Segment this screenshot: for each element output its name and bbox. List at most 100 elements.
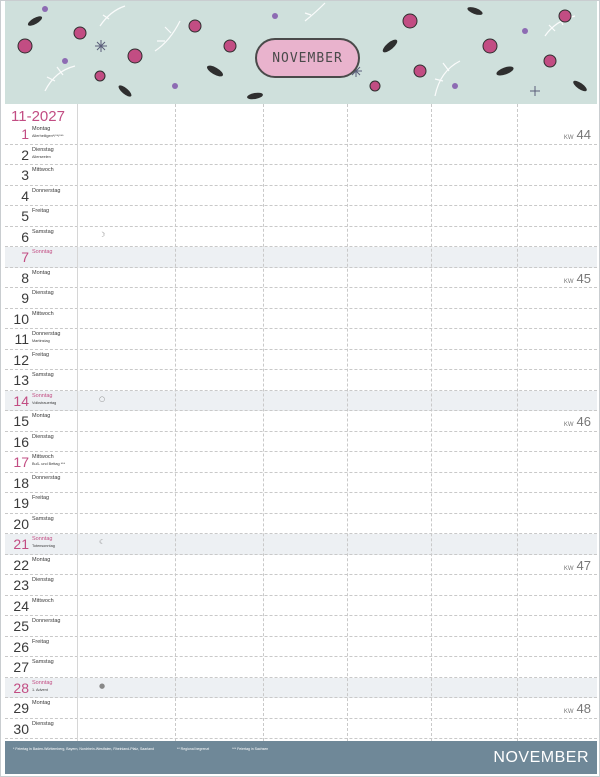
day-number: 12 — [13, 351, 29, 368]
footer-bar: * Feiertag in Baden-Württemberg, Bayern,… — [5, 741, 597, 774]
day-number: 15 — [13, 413, 29, 429]
weekday-name: Mittwoch — [32, 310, 54, 317]
column-divider — [175, 104, 176, 741]
weekday-name: Mittwoch — [32, 597, 54, 604]
day-row: 1 Montag Allerheiligen*/**/*** KW 44 — [5, 124, 597, 145]
weekday-name: Montag — [32, 700, 51, 706]
day-row: 7 Sonntag — [5, 247, 597, 268]
weekday-name: Donnerstag — [32, 618, 61, 624]
weekday-name: Sonntag — [32, 392, 53, 399]
weekday-name: Montag — [32, 269, 51, 276]
weekday-name: Montag — [32, 126, 51, 132]
calendar-week-label: KW — [563, 422, 574, 428]
day-number: 24 — [13, 597, 29, 614]
day-number: 13 — [13, 372, 29, 388]
day-number: 11 — [14, 331, 29, 347]
weekday-name: Mittwoch — [32, 167, 54, 173]
day-number: 18 — [13, 474, 29, 491]
day-row: 5 Freitag — [5, 206, 597, 227]
day-number: 7 — [21, 249, 29, 265]
moon-phase-icon: ☾ — [99, 538, 106, 546]
day-number: 8 — [21, 269, 29, 286]
day-row: 19 Freitag — [5, 493, 597, 514]
day-number: 29 — [13, 700, 29, 716]
day-row: 16 Dienstag — [5, 432, 597, 452]
column-divider — [263, 104, 264, 741]
footnote: * Feiertag in Baden-Württemberg, Bayern,… — [13, 747, 154, 751]
footer-month: NOVEMBER — [493, 749, 589, 766]
day-row: 15 Montag KW 46 — [5, 411, 597, 432]
weekday-name: Donnerstag — [32, 187, 61, 194]
day-number: 16 — [13, 433, 29, 450]
moon-phase-icon: ☽ — [99, 230, 106, 239]
weekday-name: Montag — [32, 556, 51, 563]
day-number: 14 — [13, 392, 29, 409]
day-row: 12 Freitag — [5, 350, 597, 370]
weekday-name: Dienstag — [32, 577, 54, 583]
day-row: 10 Mittwoch — [5, 309, 597, 329]
day-number: 22 — [13, 556, 29, 573]
calendar-grid: 1 Montag Allerheiligen*/**/*** KW 44 2 Diensta… — [5, 104, 597, 741]
calendar-week-number: 46 — [576, 414, 591, 429]
weekday-name: Freitag — [32, 208, 50, 214]
weekday-name: Sonntag — [32, 679, 53, 686]
weekday-name: Dienstag — [32, 720, 54, 727]
month-year-label: 11-2027 — [11, 108, 65, 125]
calendar-week-label: KW — [563, 709, 574, 715]
day-number: 21 — [13, 536, 29, 552]
weekday-name: Donnerstag — [32, 331, 61, 337]
day-number: 19 — [13, 495, 29, 511]
column-divider — [347, 104, 348, 741]
moon-phase-icon: ● — [99, 681, 106, 690]
day-number: 23 — [13, 577, 29, 593]
calendar-week: KW 44 — [564, 126, 591, 144]
calendar-page: NOVEMBER 1 Montag Allerheiligen*/**/*** KW 4… — [0, 0, 600, 777]
day-number: 2 — [21, 146, 29, 163]
weekday-name: Samstag — [32, 372, 54, 378]
day-row: 17 Mittwoch Buß- und Bettag *** — [5, 452, 597, 473]
moon-phase-icon: ○ — [99, 394, 106, 403]
day-row: 18 Donnerstag — [5, 473, 597, 493]
day-row: 2 Dienstag Allerseelen — [5, 145, 597, 165]
day-row: 24 Mittwoch — [5, 596, 597, 616]
day-row: 20 Samstag — [5, 514, 597, 534]
holiday-note: 1. Advent — [32, 687, 48, 692]
day-number: 25 — [13, 618, 29, 634]
day-number: 3 — [21, 167, 29, 183]
footnote: *** Feiertag in Sachsen — [232, 747, 269, 751]
calendar-week-number: 44 — [576, 127, 591, 142]
weekday-name: Donnerstag — [32, 474, 61, 481]
day-number: 30 — [13, 720, 29, 737]
day-number: 17 — [13, 454, 29, 470]
day-number: 9 — [21, 290, 29, 306]
day-number: 1 — [21, 126, 29, 142]
day-number: 4 — [21, 187, 29, 204]
weekday-name: Samstag — [32, 659, 54, 665]
day-number: 6 — [21, 228, 29, 245]
calendar-week-number: 48 — [576, 701, 591, 716]
day-row: 3 Mittwoch — [5, 165, 597, 186]
month-title-plate: NOVEMBER — [255, 38, 360, 78]
holiday-note: Martinstag — [32, 339, 50, 343]
weekday-name: Montag — [32, 413, 51, 419]
holiday-note: Allerseelen — [32, 154, 51, 159]
calendar-week-label: KW — [563, 565, 574, 572]
calendar-week-label: KW — [563, 278, 574, 285]
column-divider — [431, 104, 432, 741]
day-number: 28 — [13, 679, 29, 696]
day-row: 30 Dienstag — [5, 719, 597, 739]
weekday-name: Sonntag — [32, 249, 53, 255]
weekday-name: Freitag — [32, 351, 50, 358]
day-row: 6 Samstag ☽ — [5, 227, 597, 247]
footnote: ** Regional begrenzt — [176, 747, 210, 751]
day-row: 8 Montag KW 45 — [5, 268, 597, 288]
calendar-week: KW 48 — [564, 700, 591, 718]
holiday-note: Buß- und Bettag *** — [32, 462, 66, 466]
day-row: 25 Donnerstag — [5, 616, 597, 637]
day-number: 5 — [21, 208, 29, 224]
day-row: 9 Dienstag — [5, 288, 597, 309]
day-number: 10 — [13, 310, 29, 327]
footnotes: * Feiertag in Baden-Württemberg, Bayern,… — [13, 747, 290, 751]
calendar-week-number: 47 — [576, 557, 591, 573]
day-row: 14 Sonntag Volkstrauertag ○ — [5, 390, 597, 411]
